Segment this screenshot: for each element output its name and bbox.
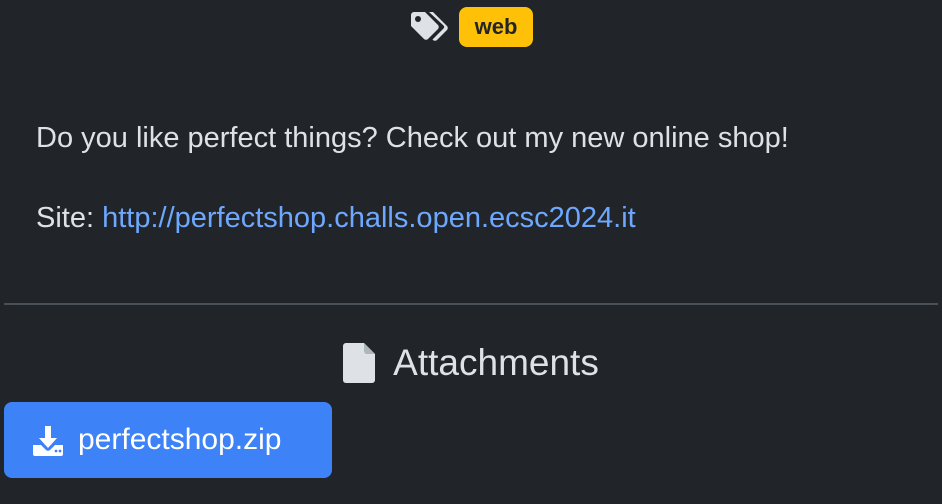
- download-icon: [32, 423, 66, 457]
- challenge-description: Do you like perfect things? Check out my…: [36, 118, 916, 238]
- site-link[interactable]: http://perfectshop.challs.open.ecsc2024.…: [102, 202, 636, 234]
- attachments-title: Attachments: [393, 342, 599, 383]
- tag-badge-web[interactable]: web: [458, 7, 534, 47]
- download-file-label: perfectshop.zip: [78, 423, 282, 456]
- site-label: Site:: [36, 202, 103, 234]
- tags-icon: [409, 9, 451, 45]
- file-icon: [343, 342, 377, 384]
- description-intro: Do you like perfect things? Check out my…: [36, 122, 789, 154]
- download-perfectshop-zip-button[interactable]: perfectshop.zip: [4, 402, 332, 478]
- tags-row: web: [0, 6, 942, 48]
- attachments-heading: Attachments: [0, 336, 942, 390]
- site-line: Site: http://perfectshop.challs.open.ecs…: [36, 198, 916, 238]
- section-divider: [4, 303, 938, 305]
